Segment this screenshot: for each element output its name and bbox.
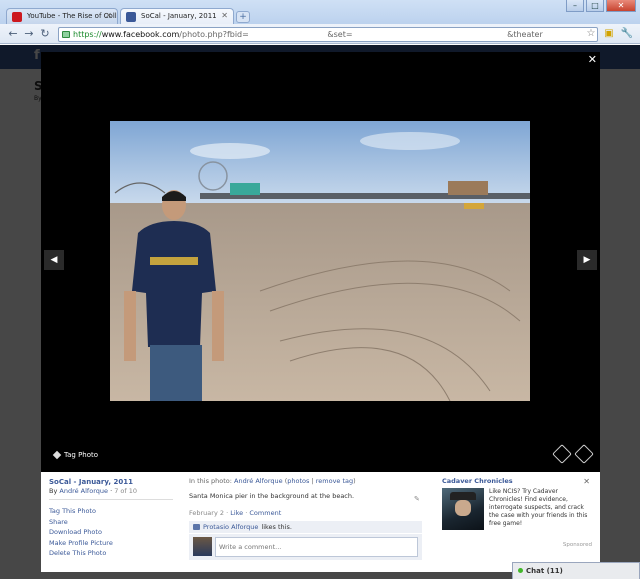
next-photo-button[interactable]: ▶ <box>577 250 597 270</box>
ad-title-link[interactable]: Cadaver Chronicles <box>442 477 592 485</box>
photo-viewer: ✕ ◀ ▶ Tag Photo <box>41 52 600 472</box>
url-host: www.facebook.com <box>101 30 180 39</box>
ad-image[interactable] <box>442 488 484 530</box>
url-path: /photo.php?fbid= <box>179 30 249 39</box>
browser-toolbar: ← → ↻ https://www.facebook.com/photo.php… <box>0 24 640 44</box>
photo-details-column: In this photo: André Alforque (photos | … <box>189 477 422 560</box>
chat-label: Chat (11) <box>526 567 563 575</box>
like-link[interactable]: Like <box>230 509 243 517</box>
beach-photo-image <box>110 121 530 401</box>
likes-suffix: likes this. <box>261 523 292 531</box>
photo-actions: Tag This Photo Share Download Photo Make… <box>49 506 173 559</box>
comment-link[interactable]: Comment <box>249 509 281 517</box>
tag-photo-button[interactable]: Tag Photo <box>52 450 99 460</box>
facebook-favicon-icon <box>126 12 136 22</box>
close-window-button[interactable]: ✕ <box>606 0 636 12</box>
forward-arrow-icon[interactable]: → <box>22 27 36 41</box>
ad-column: Cadaver Chronicles ✕ Like NCIS? Try Cada… <box>442 477 592 530</box>
remove-tag-link[interactable]: remove tag <box>316 477 353 485</box>
share-link[interactable]: Share <box>49 517 173 528</box>
tab-facebook[interactable]: SoCal - January, 2011 ✕ <box>120 8 234 24</box>
extension-icon[interactable]: ▣ <box>602 27 616 41</box>
tab-title: SoCal - January, 2011 <box>141 12 217 20</box>
ad-body: Like NCIS? Try Cadaver Chronicles! Find … <box>442 488 592 530</box>
sponsored-label: Sponsored <box>562 542 592 548</box>
photo[interactable] <box>110 121 530 401</box>
close-icon[interactable]: ✕ <box>588 53 597 66</box>
make-profile-picture-link[interactable]: Make Profile Picture <box>49 538 173 549</box>
online-status-icon <box>518 568 523 573</box>
thumbs-up-icon <box>193 524 200 530</box>
avatar <box>193 537 212 556</box>
maximize-button[interactable]: □ <box>586 0 604 12</box>
comment-input[interactable] <box>215 537 418 557</box>
album-title-link[interactable]: SoCal - January, 2011 <box>49 478 173 486</box>
tag-photo-label: Tag Photo <box>64 451 99 459</box>
comment-composer <box>189 534 422 560</box>
chat-bar[interactable]: Chat (11) <box>512 562 640 579</box>
rotate-left-icon[interactable] <box>552 444 572 464</box>
photo-caption: Santa Monica pier in the background at t… <box>189 492 355 500</box>
previous-photo-button[interactable]: ◀ <box>44 250 64 270</box>
url-param-theater: &theater <box>507 30 543 39</box>
divider <box>49 499 173 500</box>
tag-this-photo-link[interactable]: Tag This Photo <box>49 506 173 517</box>
album-column: SoCal - January, 2011 By André Alforque … <box>49 478 173 559</box>
by-prefix: By <box>49 487 58 495</box>
liker-link[interactable]: Protasio Alforque <box>203 523 258 531</box>
likes-box: Protasio Alforque likes this. <box>189 521 422 533</box>
tag-icon <box>52 450 62 460</box>
bookmark-star-icon[interactable]: ☆ <box>584 27 598 41</box>
url-param-set: &set= <box>327 30 353 39</box>
in-photo-prefix: In this photo: <box>189 477 232 485</box>
youtube-favicon-icon <box>12 12 22 22</box>
photo-meta: February 2 · Like · Comment <box>189 509 282 517</box>
tab-close-icon[interactable]: ✕ <box>221 11 228 20</box>
browser-titlebar: YouTube - The Rise of Coll... ✕ SoCal - … <box>0 0 640 24</box>
ad-close-icon[interactable]: ✕ <box>583 477 590 486</box>
address-bar[interactable]: https://www.facebook.com/photo.php?fbid=… <box>58 27 598 42</box>
download-photo-link[interactable]: Download Photo <box>49 527 173 538</box>
minimize-button[interactable]: – <box>566 0 584 12</box>
photos-link[interactable]: photos <box>287 477 309 485</box>
tab-youtube[interactable]: YouTube - The Rise of Coll... ✕ <box>6 8 118 24</box>
delete-photo-link[interactable]: Delete This Photo <box>49 548 173 559</box>
rotate-right-icon[interactable] <box>574 444 594 464</box>
window-controls: – □ ✕ <box>566 0 636 12</box>
photo-info-panel: SoCal - January, 2011 By André Alforque … <box>41 472 600 572</box>
photo-count: 7 of 10 <box>114 487 138 495</box>
reload-icon[interactable]: ↻ <box>38 27 52 41</box>
tagged-person-link[interactable]: André Alforque <box>234 477 283 485</box>
owner-link[interactable]: André Alforque <box>59 487 108 495</box>
wrench-icon[interactable]: 🔧 <box>620 27 634 41</box>
in-this-photo: In this photo: André Alforque (photos | … <box>189 477 356 485</box>
new-tab-button[interactable]: + <box>236 11 250 23</box>
url-scheme: https:// <box>73 30 102 39</box>
edit-pencil-icon[interactable]: ✎ <box>414 495 420 503</box>
ad-text: Like NCIS? Try Cadaver Chronicles! Find … <box>489 488 588 527</box>
back-arrow-icon[interactable]: ← <box>6 27 20 41</box>
tab-close-icon[interactable]: ✕ <box>105 11 112 20</box>
album-byline: By André Alforque · 7 of 10 <box>49 487 138 495</box>
lock-icon <box>62 31 70 38</box>
photo-date: February 2 <box>189 509 225 517</box>
